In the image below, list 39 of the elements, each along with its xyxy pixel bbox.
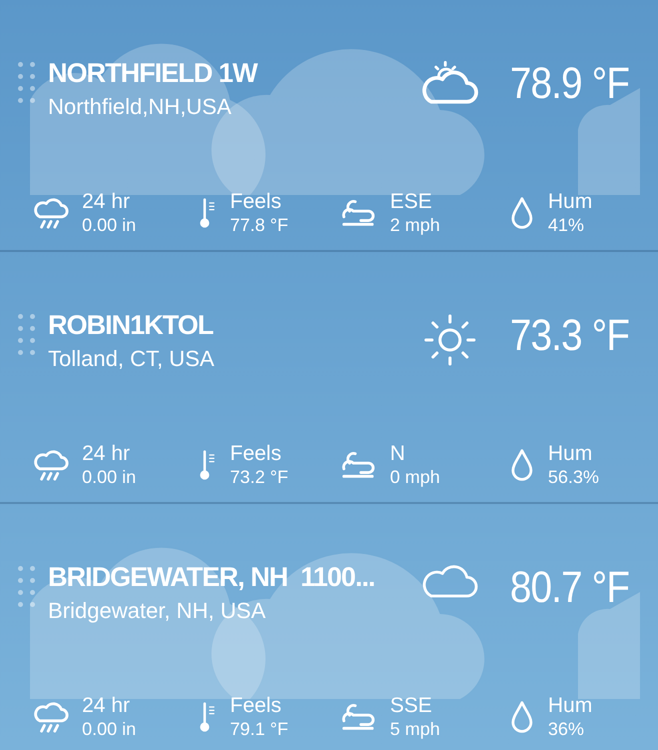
stat-label: Feels — [230, 442, 282, 466]
stat-value: 41% — [548, 214, 586, 236]
station-location: Northfield,NH,USA — [48, 93, 232, 121]
station-location: Bridgewater, NH, USA — [48, 597, 266, 625]
drag-handle-icon[interactable] — [18, 566, 36, 607]
drag-handle-icon[interactable] — [18, 62, 36, 103]
stat-value: 0 mph — [390, 466, 440, 488]
stat-value: 36% — [548, 718, 586, 740]
stat-label: Feels — [230, 190, 282, 214]
rain-cloud-icon — [32, 196, 70, 230]
temperature: 78.9 °F — [510, 58, 630, 110]
station-name: BRIDGEWATER, NH 1100... — [48, 561, 375, 594]
drag-handle-icon[interactable] — [18, 314, 36, 355]
stat-value: 0.00 in — [82, 718, 136, 740]
stat-value: 77.8 °F — [230, 214, 288, 236]
stat-label: Hum — [548, 442, 594, 466]
stat-label: SSE — [390, 694, 434, 718]
stat-label: 24 hr — [82, 694, 131, 718]
station-location: Tolland, CT, USA — [48, 345, 214, 373]
temperature: 73.3 °F — [510, 310, 630, 362]
station-name: ROBIN1KTOL — [48, 309, 214, 342]
rain-cloud-icon — [32, 700, 70, 734]
stat-label: Feels — [230, 694, 282, 718]
stat-label: 24 hr — [82, 190, 131, 214]
temperature: 80.7 °F — [510, 562, 630, 614]
stat-value: 56.3% — [548, 466, 600, 488]
stat-value: 5 mph — [390, 718, 440, 740]
stat-label: ESE — [390, 190, 434, 214]
stat-value: 0.00 in — [82, 466, 136, 488]
rain-cloud-icon — [32, 448, 70, 482]
stat-label: Hum — [548, 694, 592, 718]
station-name: NORTHFIELD 1W — [48, 57, 257, 90]
stat-value: 0.00 in — [82, 214, 136, 236]
stat-label: Hum — [548, 190, 592, 214]
stat-value: 79.1 °F — [230, 718, 288, 740]
stat-value: 2 mph — [390, 214, 440, 236]
stat-label: 24 hr — [82, 442, 131, 466]
stat-value: 73.2 °F — [230, 466, 288, 488]
stat-label: N — [390, 442, 406, 466]
